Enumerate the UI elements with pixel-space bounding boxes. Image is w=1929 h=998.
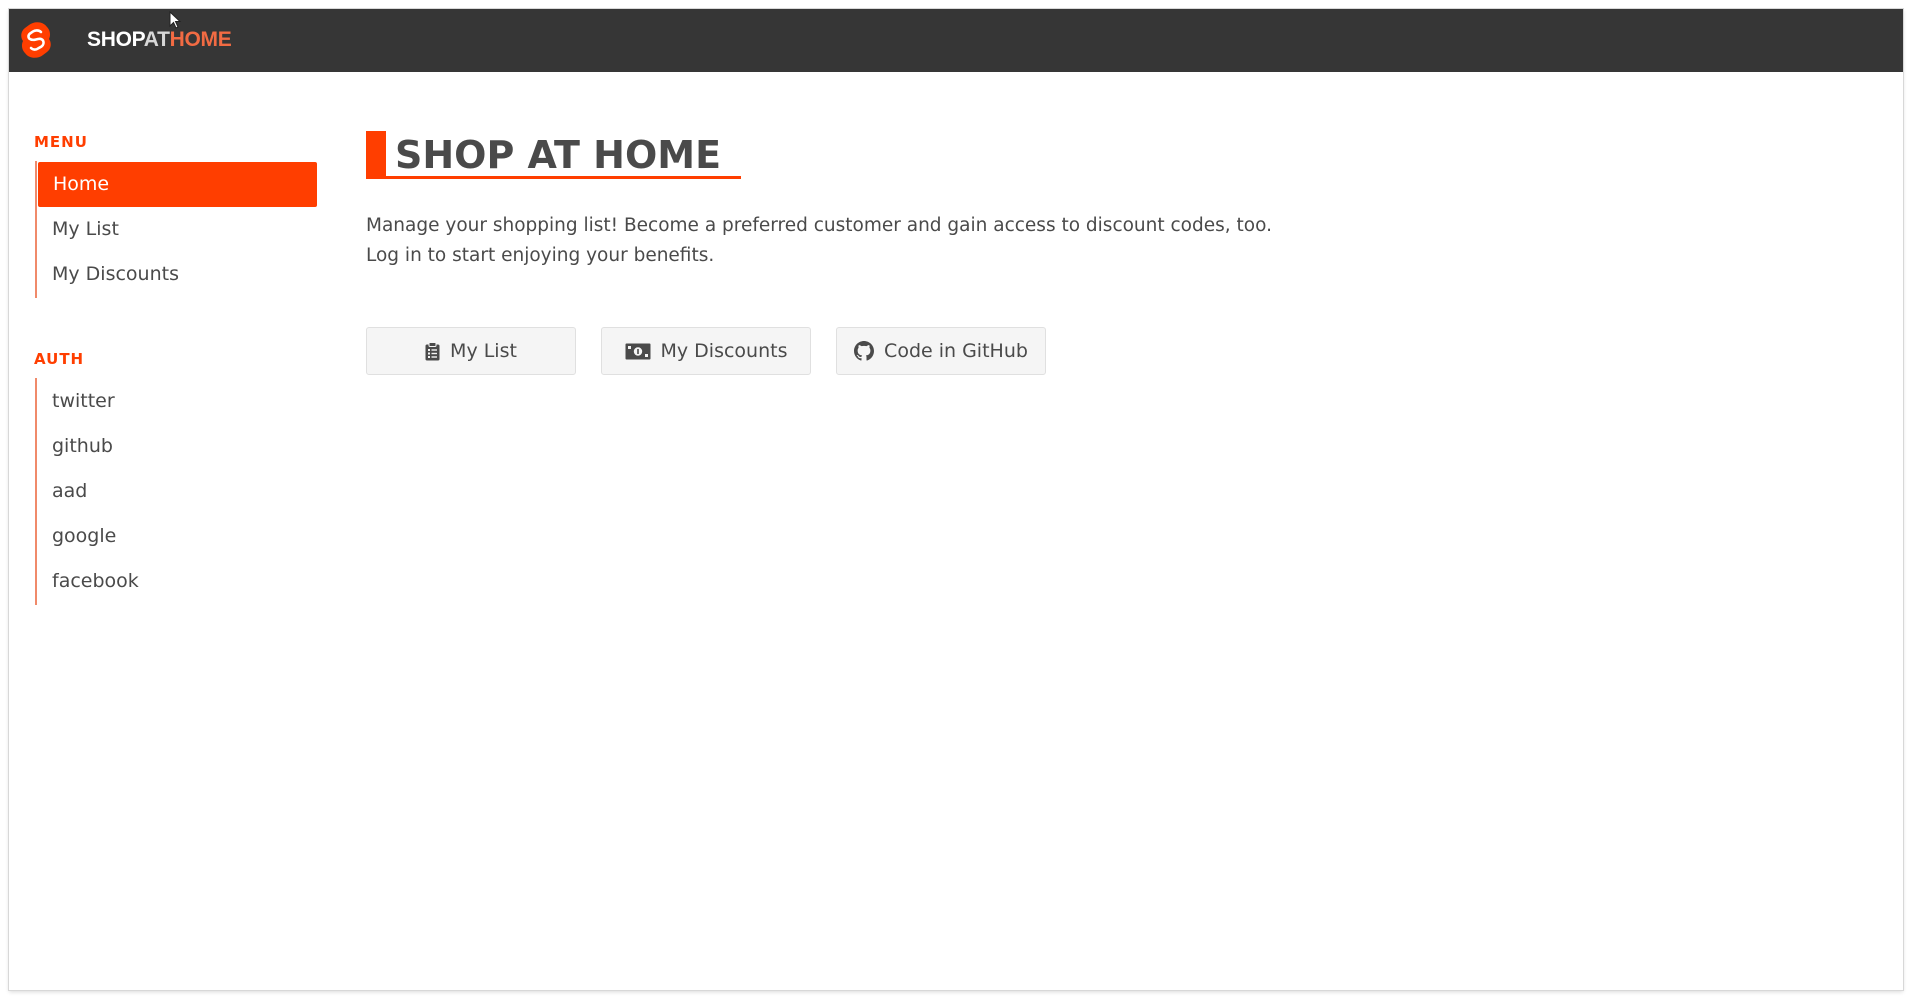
page-title-block: SHOP AT HOME	[366, 131, 742, 179]
brand-shop: SHOP	[87, 28, 144, 51]
sidebar: MENU Home My List My Discounts AUTH twit…	[34, 133, 324, 605]
auth-section-label: AUTH	[34, 350, 85, 368]
menu-list: Home My List My Discounts	[35, 161, 324, 298]
brand-at: AT	[143, 28, 170, 51]
code-in-github-button-label: Code in GitHub	[884, 340, 1028, 362]
brand-title[interactable]: SHOPATHOME	[87, 28, 232, 52]
sidebar-item-my-list[interactable]: My List	[37, 207, 317, 252]
auth-item-facebook[interactable]: facebook	[37, 559, 317, 604]
clipboard-icon	[425, 341, 440, 360]
menu-section-label: MENU	[34, 133, 88, 151]
auth-list: twitter github aad google facebook	[35, 378, 324, 605]
description-line-2: Log in to start enjoying your benefits.	[366, 245, 715, 266]
title-accent-bar	[366, 131, 386, 176]
my-discounts-button-label: My Discounts	[660, 340, 788, 362]
action-buttons: My List My Discounts Code in GitHub	[366, 327, 1272, 375]
sidebar-item-my-discounts[interactable]: My Discounts	[37, 252, 317, 297]
top-navbar: SHOPATHOME	[9, 9, 1903, 72]
scroll-down-arrow-icon[interactable]: ▾	[1882, 989, 1887, 990]
page-title: SHOP AT HOME	[395, 133, 722, 177]
auth-item-google[interactable]: google	[37, 514, 317, 559]
auth-item-github[interactable]: github	[37, 424, 317, 469]
main-content: SHOP AT HOME Manage your shopping list! …	[366, 131, 1272, 375]
my-list-button[interactable]: My List	[366, 327, 576, 375]
description-line-1: Manage your shopping list! Become a pref…	[366, 215, 1272, 236]
my-list-button-label: My List	[450, 340, 517, 362]
github-icon	[854, 341, 875, 361]
auth-item-aad[interactable]: aad	[37, 469, 317, 514]
money-bill-icon	[625, 343, 650, 359]
code-in-github-button[interactable]: Code in GitHub	[836, 327, 1046, 375]
app-window: SHOPATHOME MENU Home My List My Discount…	[9, 9, 1903, 990]
svelte-logo-icon[interactable]	[21, 22, 51, 58]
auth-item-twitter[interactable]: twitter	[37, 379, 317, 424]
page-description: Manage your shopping list! Become a pref…	[366, 211, 1272, 271]
mouse-cursor-icon	[169, 11, 182, 29]
sidebar-item-home[interactable]: Home	[38, 162, 317, 207]
my-discounts-button[interactable]: My Discounts	[601, 327, 811, 375]
brand-home: HOME	[169, 28, 232, 51]
